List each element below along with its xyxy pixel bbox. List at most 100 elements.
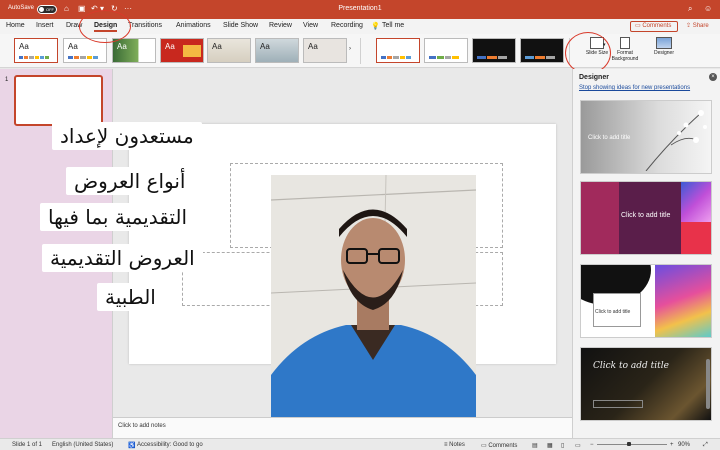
design-idea-title: Click to add title bbox=[588, 135, 631, 141]
account-icon[interactable]: ☺ bbox=[704, 4, 712, 13]
arabic-text-line-2: أنواع العروض bbox=[66, 167, 194, 195]
variant-1[interactable] bbox=[376, 38, 420, 63]
design-idea-title: Click to add title bbox=[595, 309, 631, 315]
zoom-out-icon[interactable]: − bbox=[590, 442, 594, 448]
lightbulb-icon: 💡 bbox=[371, 23, 380, 30]
arabic-text-line-3: التقديمية بما فيها bbox=[40, 203, 196, 231]
slide-sorter-icon[interactable]: ▦ bbox=[547, 442, 553, 449]
accessibility-status[interactable]: Accessibility: Good to go bbox=[137, 442, 203, 448]
variant-3[interactable] bbox=[472, 38, 516, 63]
tab-recording[interactable]: Recording bbox=[331, 22, 363, 29]
ribbon-divider bbox=[569, 38, 570, 64]
tab-design[interactable]: Design bbox=[94, 22, 118, 32]
designer-scrollbar[interactable] bbox=[706, 359, 710, 409]
more-icon[interactable]: ··· bbox=[124, 4, 132, 13]
close-icon[interactable]: × bbox=[709, 73, 717, 81]
language-indicator[interactable]: English (United States) bbox=[52, 442, 113, 448]
format-background-label: Format Background bbox=[611, 50, 639, 62]
reading-view-icon[interactable]: ▯ bbox=[561, 442, 564, 449]
theme-3[interactable]: Aa bbox=[112, 38, 156, 63]
tab-transitions[interactable]: Transitions bbox=[128, 22, 162, 29]
theme-color-bars bbox=[68, 56, 99, 59]
gradient-block bbox=[681, 182, 711, 222]
theme-sample-text: Aa bbox=[308, 42, 318, 51]
comments-toggle-label: Comments bbox=[488, 443, 518, 449]
arabic-text-line-1: مستعدون لإعداد bbox=[52, 122, 202, 150]
slide-thumbnail-1[interactable] bbox=[14, 75, 103, 126]
presenter-photo[interactable] bbox=[271, 175, 476, 420]
theme-5[interactable]: Aa bbox=[207, 38, 251, 63]
theme-sample-text: Aa bbox=[117, 42, 127, 51]
design-idea-2[interactable]: Click to add title bbox=[580, 181, 712, 255]
comments-button[interactable]: ▭ Comments bbox=[630, 21, 678, 32]
comments-button-label: Comments bbox=[642, 23, 672, 29]
notes-pane[interactable]: Click to add notes bbox=[113, 417, 572, 438]
accessibility-icon: ♿ bbox=[128, 443, 136, 449]
share-button-label: Share bbox=[692, 23, 709, 29]
autosave-state: OFF bbox=[46, 7, 54, 12]
share-button[interactable]: ⇪ Share bbox=[686, 22, 709, 29]
tab-draw[interactable]: Draw bbox=[66, 22, 82, 29]
presenter-photo-image bbox=[271, 175, 476, 420]
design-idea-3[interactable]: Click to add title bbox=[580, 264, 712, 338]
slide-size-dropdown-icon[interactable]: ▾ bbox=[603, 42, 606, 48]
redo-icon[interactable]: ↻ bbox=[111, 4, 118, 13]
autosave-toggle[interactable]: OFF bbox=[37, 5, 57, 14]
search-icon[interactable]: ⌕ bbox=[688, 4, 692, 14]
tab-view[interactable]: View bbox=[303, 22, 318, 29]
normal-view-icon[interactable]: ▤ bbox=[532, 442, 538, 449]
slide-size-button[interactable]: Slide Size bbox=[582, 37, 612, 56]
slide-size-label: Slide Size bbox=[585, 50, 609, 56]
theme-office[interactable]: Aa bbox=[14, 38, 58, 63]
tab-slide-show[interactable]: Slide Show bbox=[223, 22, 258, 29]
zoom-in-icon[interactable]: + bbox=[670, 442, 674, 448]
variant-2[interactable] bbox=[424, 38, 468, 63]
slideshow-icon[interactable]: ▭ bbox=[575, 442, 581, 449]
subtitle-box bbox=[593, 400, 643, 408]
themes-more-arrow-icon[interactable]: › bbox=[349, 46, 351, 52]
theme-6[interactable]: Aa bbox=[255, 38, 299, 63]
slide-size-icon bbox=[590, 37, 604, 49]
magenta-gift-block bbox=[581, 182, 619, 254]
ribbon-divider bbox=[360, 38, 361, 64]
save-icon[interactable]: ▣ bbox=[78, 4, 86, 13]
design-idea-title: Click to add title bbox=[621, 212, 671, 219]
tab-animations[interactable]: Animations bbox=[176, 22, 211, 29]
undo-icon[interactable]: ↶ bbox=[91, 4, 98, 13]
theme-2[interactable]: Aa bbox=[63, 38, 107, 63]
variant-color-bars bbox=[477, 56, 507, 59]
tab-review[interactable]: Review bbox=[269, 22, 292, 29]
format-background-button[interactable]: Format Background bbox=[611, 37, 639, 62]
undo-dropdown-icon[interactable]: ▾ bbox=[100, 4, 104, 13]
fit-to-window-icon[interactable]: ⤢ bbox=[703, 442, 708, 449]
stop-showing-ideas-link[interactable]: Stop showing ideas for new presentations bbox=[579, 85, 690, 91]
tell-me-search[interactable]: Tell me bbox=[382, 22, 404, 29]
tab-home[interactable]: Home bbox=[6, 22, 25, 29]
format-background-icon bbox=[620, 37, 630, 49]
zoom-slider-knob[interactable] bbox=[627, 442, 631, 446]
menu-bar: Home Insert Draw Design Transitions Anim… bbox=[0, 19, 720, 34]
design-idea-1[interactable]: Click to add title bbox=[580, 100, 712, 174]
variant-4[interactable] bbox=[520, 38, 564, 63]
tab-insert[interactable]: Insert bbox=[36, 22, 54, 29]
zoom-level[interactable]: 90% bbox=[678, 442, 690, 448]
autosave-label: AutoSave bbox=[8, 5, 35, 11]
slide-number: 1 bbox=[5, 77, 9, 83]
theme-7[interactable]: Aa bbox=[303, 38, 347, 63]
flower-branch-graphic bbox=[645, 110, 707, 171]
title-bar: AutoSave OFF ⌂ ▣ ↶ ▾ ↻ ··· Presentation1… bbox=[0, 0, 720, 19]
comments-toggle[interactable]: ▭ Comments bbox=[481, 442, 517, 449]
theme-sample-text: Aa bbox=[165, 42, 175, 51]
zoom-slider[interactable] bbox=[597, 442, 667, 446]
arabic-text-line-4: العروض التقديمية bbox=[42, 244, 203, 272]
theme-sample-text: Aa bbox=[19, 42, 29, 51]
theme-accent-block bbox=[183, 45, 201, 57]
theme-sample-text: Aa bbox=[68, 42, 78, 51]
home-icon[interactable]: ⌂ bbox=[64, 4, 69, 13]
notes-toggle-label: Notes bbox=[449, 442, 465, 448]
theme-color-bars bbox=[19, 56, 50, 59]
notes-toggle[interactable]: ≡ Notes bbox=[444, 442, 465, 448]
theme-4[interactable]: Aa bbox=[160, 38, 204, 63]
design-idea-4[interactable]: Click to add title bbox=[580, 347, 712, 421]
designer-button[interactable]: Designer bbox=[648, 37, 680, 56]
